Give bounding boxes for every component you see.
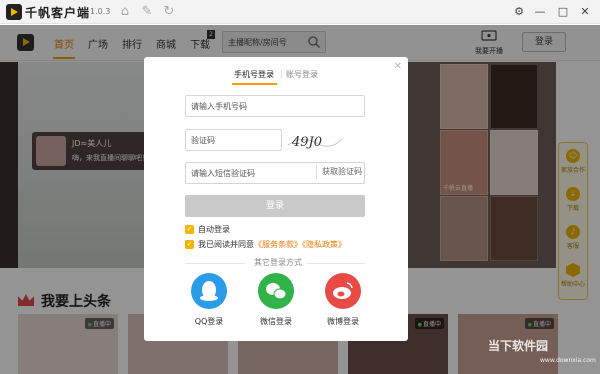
weibo-login-label: 微博登录 xyxy=(327,317,359,326)
captcha-text: 49J0 xyxy=(291,135,322,150)
close-button[interactable]: ✕ xyxy=(577,4,593,20)
minimize-button[interactable]: — xyxy=(532,4,548,20)
qq-login-button[interactable]: QQ登录 xyxy=(183,273,235,327)
tab-phone-login[interactable]: 手机号登录 xyxy=(234,69,274,80)
login-submit-button[interactable]: 登录 xyxy=(185,195,365,217)
app-title: 千帆客户端 xyxy=(25,6,91,20)
privacy-link[interactable]: 《隐私政策》 xyxy=(302,240,346,249)
wechat-icon xyxy=(258,273,294,309)
qq-icon xyxy=(191,273,227,309)
weibo-login-button[interactable]: 微博登录 xyxy=(317,273,369,327)
wechat-login-button[interactable]: 微信登录 xyxy=(250,273,302,327)
other-login-methods-label: 其它登录方式 xyxy=(250,257,306,268)
phone-input[interactable] xyxy=(185,95,365,117)
get-code-button[interactable]: 获取验证码 xyxy=(316,165,362,179)
watermark-url: www.downxia.com xyxy=(540,357,596,364)
watermark: 当下软件园 xyxy=(488,339,549,353)
auto-login-row[interactable]: ✓ 自动登录 xyxy=(185,224,230,235)
qq-login-label: QQ登录 xyxy=(194,317,224,326)
agreement-checkbox[interactable]: ✓ xyxy=(185,240,194,249)
home-icon[interactable]: ⌂ xyxy=(117,4,133,20)
active-tab-underline xyxy=(232,83,277,85)
weibo-icon xyxy=(325,273,361,309)
agreement-label: 我已阅读并同意 xyxy=(198,240,254,249)
maximize-button[interactable]: □ xyxy=(555,4,571,20)
terms-link[interactable]: 《服务条款》 xyxy=(254,240,302,249)
wechat-login-label: 微信登录 xyxy=(260,317,292,326)
close-icon[interactable]: ✕ xyxy=(394,61,402,72)
app-logo-icon xyxy=(6,4,22,20)
refresh-icon[interactable]: ↻ xyxy=(161,4,177,20)
clean-icon[interactable]: ✎ xyxy=(139,4,155,20)
captcha-image[interactable]: 49J0 xyxy=(286,131,344,151)
app-version: 1.0.3 xyxy=(90,7,111,16)
auto-login-checkbox[interactable]: ✓ xyxy=(185,225,194,234)
auto-login-label: 自动登录 xyxy=(198,225,230,234)
settings-icon[interactable]: ⚙ xyxy=(511,4,527,20)
title-bar: 千帆客户端 1.0.3 ⌂ ✎ ↻ ⚙ — □ ✕ xyxy=(0,0,600,24)
agreement-row: ✓ 我已阅读并同意《服务条款》《隐私政策》 xyxy=(185,239,346,250)
tab-account-login[interactable]: 账号登录 xyxy=(286,69,318,80)
captcha-input[interactable] xyxy=(185,129,282,151)
login-dialog: ✕ 手机号登录 | 账号登录 49J0 获取验证码 登录 ✓自动登录 ✓我已阅读… xyxy=(144,57,408,341)
